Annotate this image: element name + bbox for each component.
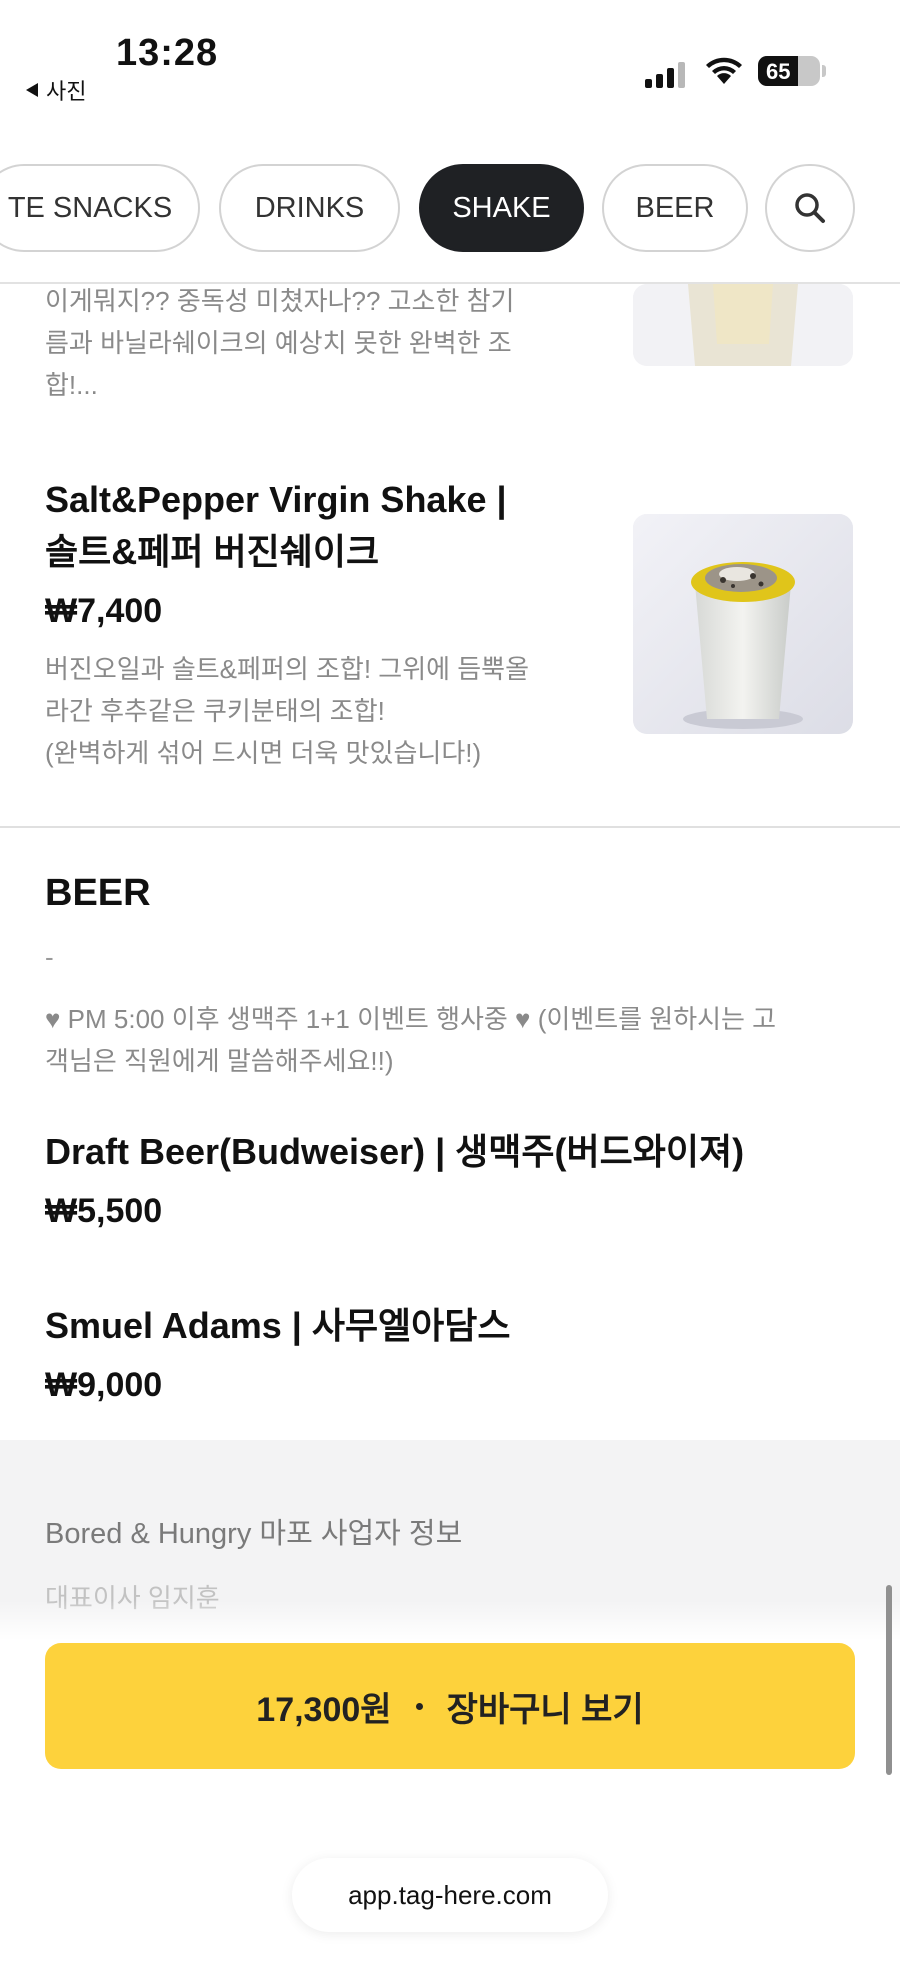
status-bar: 13:28 사진 65 [0, 0, 900, 110]
desc-line: 이게뭐지?? 중독성 미쳤자나?? 고소한 참기 [45, 286, 515, 316]
draft-beer-price: ₩5,500 [45, 1192, 163, 1230]
cart-label: 장바구니 보기 [446, 1690, 644, 1729]
scrollbar[interactable] [886, 1585, 892, 1775]
cellular-signal-icon [645, 62, 685, 88]
beer-section-dash: - [45, 942, 54, 972]
search-icon [795, 193, 825, 223]
beer-section-title: BEER [45, 872, 151, 914]
separator-dot [415, 1702, 423, 1710]
tab-drinks[interactable]: DRINKS [219, 164, 400, 252]
samuel-adams-name[interactable]: Smuel Adams | 사무엘아담스 [45, 1300, 511, 1352]
item-name-line: 솔트&페퍼 버진쉐이크 [45, 531, 380, 572]
browser-url-bar[interactable]: app.tag-here.com [292, 1858, 608, 1932]
desc-line: 버진오일과 솔트&페퍼의 조합! 그위에 듬뿍올 [45, 654, 530, 684]
battery-icon: 65 [758, 56, 820, 86]
desc-line: 라간 후추같은 쿠키분태의 조합! [45, 696, 385, 726]
notice-line: 객님은 직원에게 말씀해주세요!!) [45, 1046, 394, 1076]
notice-line: ♥ PM 5:00 이후 생맥주 1+1 이벤트 행사중 ♥ (이벤트를 원하시… [45, 1004, 777, 1034]
business-info-title[interactable]: Bored & Hungry 마포 사업자 정보 [45, 1510, 462, 1552]
search-button[interactable] [765, 164, 855, 252]
tab-beer[interactable]: BEER [602, 164, 748, 252]
salt-pepper-shake-description: 버진오일과 솔트&페퍼의 조합! 그위에 듬뿍올 라간 후추같은 쿠키분태의 조… [45, 648, 585, 774]
item-name-line: Salt&Pepper Virgin Shake | [45, 479, 507, 520]
section-divider [0, 826, 900, 828]
salt-pepper-shake-name[interactable]: Salt&Pepper Virgin Shake | 솔트&페퍼 버진쉐이크 [45, 474, 507, 578]
battery-level: 65 [766, 59, 791, 84]
samuel-adams-price: ₩9,000 [45, 1366, 163, 1404]
beer-event-notice: ♥ PM 5:00 이후 생맥주 1+1 이벤트 행사중 ♥ (이벤트를 원하시… [45, 998, 865, 1082]
previous-item-image[interactable] [633, 284, 853, 366]
cart-amount: 17,300원 [256, 1690, 392, 1729]
tab-shake[interactable]: SHAKE [419, 164, 584, 252]
back-to-photos-button[interactable]: 사진 [26, 74, 86, 106]
battery-nub [822, 65, 826, 77]
previous-item-description: 이게뭐지?? 중독성 미쳤자나?? 고소한 참기 름과 바닐라쉐이크의 예상치 … [45, 280, 565, 406]
view-cart-button[interactable]: 17,300원 장바구니 보기 [45, 1643, 855, 1769]
tab-side-snacks[interactable]: TE SNACKS [0, 164, 200, 252]
desc-line: 름과 바닐라쉐이크의 예상치 못한 완벽한 조 [45, 328, 512, 358]
back-arrow-icon [26, 83, 38, 97]
wifi-icon [706, 57, 742, 84]
category-tabs: TE SNACKS DRINKS SHAKE BEER [0, 164, 900, 256]
salt-pepper-shake-price: ₩7,400 [45, 592, 163, 630]
desc-line: (완벽하게 섞어 드시면 더욱 맛있습니다!) [45, 738, 482, 768]
back-label: 사진 [46, 79, 87, 104]
salt-pepper-shake-image[interactable] [633, 514, 853, 734]
clock: 13:28 [116, 32, 219, 74]
draft-beer-name[interactable]: Draft Beer(Budweiser) | 생맥주(버드와이져) [45, 1126, 744, 1178]
desc-line: 합!... [45, 370, 98, 400]
